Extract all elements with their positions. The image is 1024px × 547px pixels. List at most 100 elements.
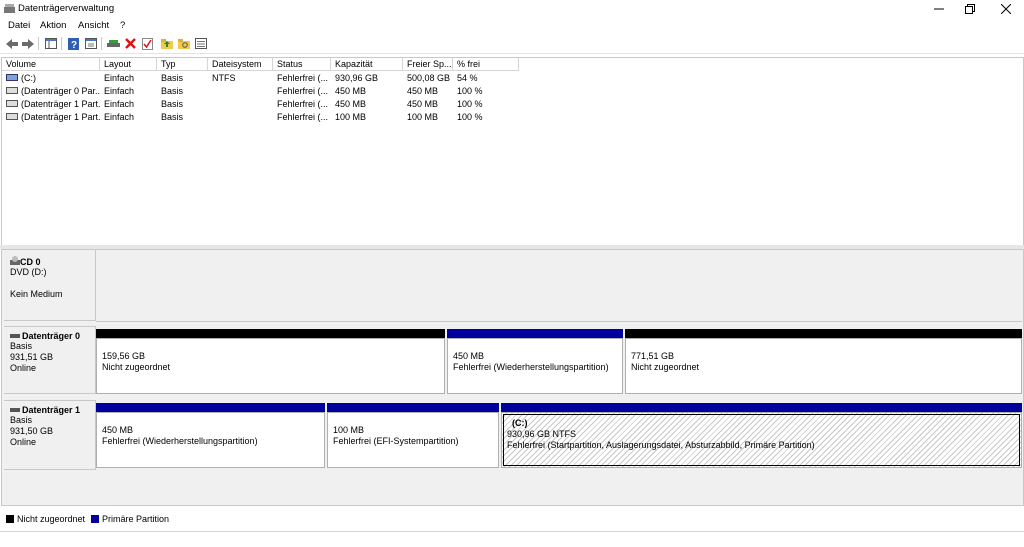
partition-size: 771,51 GB bbox=[631, 351, 675, 361]
disk1-type: Basis bbox=[10, 415, 33, 425]
column-header-layout[interactable]: Layout bbox=[100, 58, 157, 71]
cd-name: CD 0 bbox=[20, 257, 41, 267]
volume-list: Volume Layout Typ Dateisystem Status Kap… bbox=[1, 57, 1024, 246]
help-icon: ? bbox=[68, 37, 79, 50]
free-space-cell: 450 MB bbox=[407, 86, 439, 96]
toolbar-separator bbox=[101, 37, 102, 50]
view-button[interactable] bbox=[194, 37, 207, 50]
type-cell: Basis bbox=[161, 99, 184, 109]
volume-name: (Datenträger 0 Par... bbox=[21, 86, 100, 96]
console-tree-button[interactable] bbox=[44, 37, 57, 50]
disk0-status: Online bbox=[10, 363, 37, 373]
percent-free-cell: 54 % bbox=[457, 73, 478, 83]
partition-size: 930,96 GB NTFS bbox=[507, 429, 577, 439]
delete-button[interactable] bbox=[124, 37, 137, 50]
column-header-freier-speicher[interactable]: Freier Sp... bbox=[403, 58, 453, 71]
back-button[interactable] bbox=[5, 37, 18, 50]
primary-partition-strip bbox=[501, 403, 1022, 412]
filesystem-cell: NTFS bbox=[212, 73, 236, 83]
console-tree-icon bbox=[44, 38, 57, 49]
partition-description: Nicht zugeordnet bbox=[102, 362, 171, 372]
connect-button[interactable] bbox=[107, 37, 120, 50]
column-header-status[interactable]: Status bbox=[273, 58, 331, 71]
toolbar-separator bbox=[61, 37, 62, 50]
check-icon bbox=[142, 37, 153, 50]
disk-label-disk0[interactable]: Datenträger 0 Basis 931,51 GB Online bbox=[4, 326, 96, 394]
unallocated-strip bbox=[96, 329, 445, 338]
disk-label-disk1[interactable]: Datenträger 1 Basis 931,50 GB Online bbox=[4, 400, 96, 470]
delete-icon bbox=[125, 38, 136, 49]
layout-cell: Einfach bbox=[104, 99, 135, 109]
disk1-title: Datenträger 1 bbox=[10, 405, 95, 415]
partition-disk1-c[interactable]: (C:) 930,96 GB NTFS Fehlerfrei (Startpar… bbox=[501, 412, 1022, 468]
folder-up-button[interactable] bbox=[160, 37, 173, 50]
column-header-prozent-frei[interactable]: % frei bbox=[453, 58, 519, 71]
menu-aktion[interactable]: Aktion bbox=[40, 20, 66, 31]
legend-unallocated-swatch bbox=[6, 515, 14, 523]
minimize-button[interactable] bbox=[922, 0, 956, 18]
type-cell: Basis bbox=[161, 112, 184, 122]
column-header-typ[interactable]: Typ bbox=[157, 58, 208, 71]
percent-free-cell: 100 % bbox=[457, 99, 483, 109]
menu-bar: Datei Aktion Ansicht ? bbox=[0, 18, 1024, 34]
disk0-name: Datenträger 0 bbox=[22, 331, 81, 341]
disk-management-app-icon bbox=[4, 4, 15, 13]
folder-up-icon bbox=[160, 39, 173, 49]
restore-button[interactable] bbox=[953, 0, 987, 18]
layout-cell: Einfach bbox=[104, 73, 135, 83]
check-button[interactable] bbox=[141, 37, 154, 50]
close-button[interactable] bbox=[989, 0, 1023, 18]
partition-description: Nicht zugeordnet bbox=[631, 362, 700, 372]
forward-button[interactable] bbox=[21, 37, 34, 50]
volume-cell: (C:) bbox=[2, 72, 100, 85]
cd-media-status: Kein Medium bbox=[10, 289, 63, 299]
status-cell: Fehlerfrei (... bbox=[277, 99, 329, 109]
folder-search-button[interactable] bbox=[177, 37, 190, 50]
title-bar: Datenträgerverwaltung bbox=[0, 0, 1024, 18]
volume-cell: (Datenträger 0 Par... bbox=[2, 85, 100, 98]
disk1-size: 931,50 GB bbox=[10, 426, 54, 436]
toolbar-separator bbox=[38, 37, 39, 50]
hard-disk-icon bbox=[10, 408, 20, 412]
partition-disk1-recovery[interactable]: 450 MB Fehlerfrei (Wiederherstellungspar… bbox=[96, 412, 325, 468]
disk-graphical-view: CD 0 DVD (D:) Kein Medium Datenträger 0 … bbox=[1, 249, 1024, 506]
hard-disk-icon bbox=[10, 334, 20, 338]
close-icon bbox=[1001, 4, 1011, 14]
free-space-cell: 100 MB bbox=[407, 112, 439, 122]
status-cell: Fehlerfrei (... bbox=[277, 73, 329, 83]
connect-icon bbox=[107, 39, 120, 47]
menu-help[interactable]: ? bbox=[120, 20, 125, 31]
partition-description: Fehlerfrei (Wiederherstellungspartition) bbox=[453, 362, 609, 372]
partition-disk0-unallocated-1[interactable]: 159,56 GB Nicht zugeordnet bbox=[96, 338, 445, 394]
partition-disk0-unallocated-2[interactable]: 771,51 GB Nicht zugeordnet bbox=[625, 338, 1022, 394]
partition-description: Fehlerfrei (EFI-Systempartition) bbox=[333, 436, 459, 446]
disk-label-cd0[interactable]: CD 0 DVD (D:) Kein Medium bbox=[4, 250, 96, 321]
properties-button[interactable] bbox=[84, 37, 97, 50]
partition-size: 159,56 GB bbox=[102, 351, 146, 361]
partition-disk1-efi[interactable]: 100 MB Fehlerfrei (EFI-Systempartition) bbox=[327, 412, 499, 468]
table-row[interactable]: (Datenträger 1 Part... Einfach Basis Feh… bbox=[2, 111, 1023, 124]
minimize-icon bbox=[934, 8, 944, 10]
partition-disk0-recovery[interactable]: 450 MB Fehlerfrei (Wiederherstellungspar… bbox=[447, 338, 623, 394]
column-header-dateisystem[interactable]: Dateisystem bbox=[208, 58, 273, 71]
table-row[interactable]: (Datenträger 0 Par... Einfach Basis Fehl… bbox=[2, 85, 1023, 98]
view-icon bbox=[194, 38, 207, 49]
column-header-kapazitaet[interactable]: Kapazität bbox=[331, 58, 403, 71]
menu-ansicht[interactable]: Ansicht bbox=[78, 20, 109, 31]
help-button[interactable]: ? bbox=[67, 37, 80, 50]
menu-datei[interactable]: Datei bbox=[8, 20, 30, 31]
toolbar: ? bbox=[0, 34, 1024, 54]
table-row[interactable]: (Datenträger 1 Part... Einfach Basis Feh… bbox=[2, 98, 1023, 111]
capacity-cell: 100 MB bbox=[335, 112, 367, 122]
table-row[interactable]: (C:) Einfach Basis NTFS Fehlerfrei (... … bbox=[2, 72, 1023, 85]
volume-icon bbox=[6, 74, 18, 82]
primary-partition-strip bbox=[327, 403, 499, 412]
type-cell: Basis bbox=[161, 73, 184, 83]
column-header-volume[interactable]: Volume bbox=[2, 58, 100, 71]
properties-icon bbox=[84, 38, 97, 49]
volume-name: (Datenträger 1 Part... bbox=[21, 99, 100, 109]
capacity-cell: 930,96 GB bbox=[335, 73, 379, 83]
back-arrow-icon bbox=[5, 38, 18, 49]
volume-name: (Datenträger 1 Part... bbox=[21, 112, 100, 122]
disk0-title: Datenträger 0 bbox=[10, 331, 95, 341]
